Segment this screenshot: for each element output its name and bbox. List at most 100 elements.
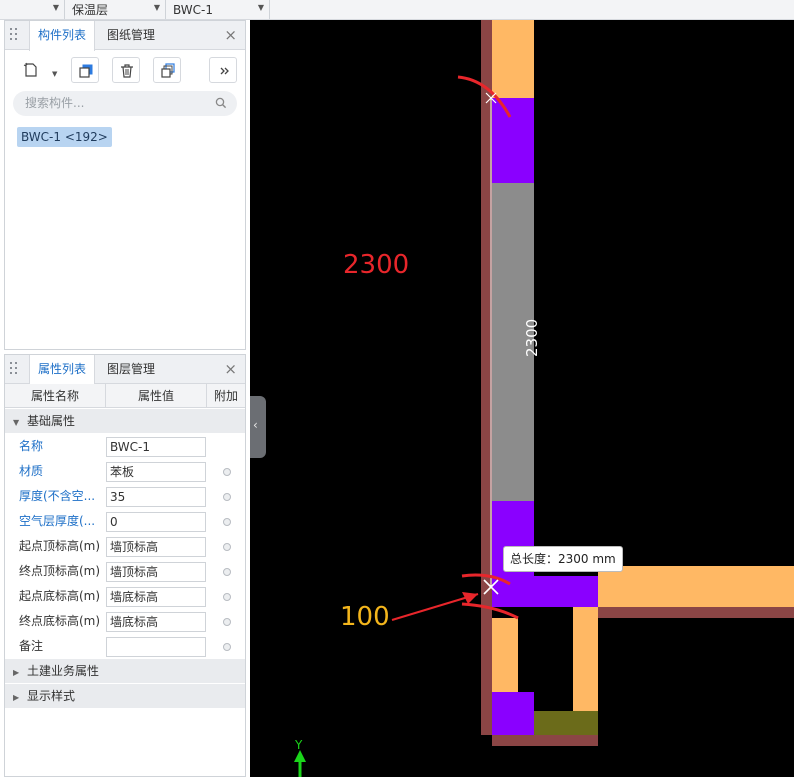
tab-property-list[interactable]: 属性列表 (29, 355, 96, 385)
insulation-segment[interactable] (492, 618, 518, 692)
col-property-value: 属性值 (106, 384, 207, 408)
property-value-input[interactable]: 墙底标高 (106, 587, 206, 607)
extra-checkbox[interactable] (223, 643, 231, 651)
property-value-input[interactable] (106, 637, 206, 657)
property-value-input[interactable]: 35 (106, 487, 206, 507)
component-search-input[interactable]: 搜索构件... (13, 91, 237, 116)
wall-edge-vertical (481, 20, 492, 735)
property-name: 厚度(不含空... (19, 489, 96, 503)
property-panel-tabs: 属性列表 图层管理 × (5, 355, 245, 385)
dimension-label: 2300 (523, 318, 541, 357)
extra-checkbox[interactable] (223, 618, 231, 626)
chevron-down-icon: ▼ (153, 3, 160, 12)
property-row: 起点顶标高(m) 墙顶标高 (5, 534, 245, 559)
group-basic-properties[interactable]: ▼ 基础属性 (5, 409, 245, 433)
layer-copy-button[interactable] (153, 57, 181, 83)
property-name: 名称 (19, 439, 44, 453)
chevron-down-icon[interactable]: ▼ (52, 70, 57, 78)
property-name: 起点顶标高(m) (19, 539, 101, 553)
caret-down-icon: ▼ (13, 418, 20, 427)
layer-select[interactable]: 保温层 ▼ (66, 0, 166, 19)
extra-checkbox[interactable] (223, 568, 231, 576)
property-value-input[interactable]: 墙顶标高 (106, 537, 206, 557)
drawing-canvas[interactable] (250, 20, 794, 777)
group-label: 基础属性 (27, 414, 76, 428)
property-value-input[interactable]: 苯板 (106, 462, 206, 482)
component-list-panel: 构件列表 图纸管理 × ▼ 搜索构件... BWC-1 <192> (4, 20, 246, 350)
tab-layer-management[interactable]: 图层管理 (99, 355, 163, 384)
property-row: 材质 苯板 (5, 459, 245, 484)
component-select-value: BWC-1 (173, 2, 214, 17)
group-label: 土建业务属性 (27, 664, 100, 678)
caret-right-icon: ▶ (13, 693, 20, 702)
group-civil-properties[interactable]: ▶ 土建业务属性 (5, 659, 245, 683)
property-table-header: 属性名称 属性值 附加 (5, 384, 245, 408)
annotation-length-text: 2300 (343, 250, 410, 280)
insulation-segment[interactable] (492, 20, 534, 98)
trash-icon (121, 64, 133, 78)
component-select[interactable]: BWC-1 ▼ (167, 0, 270, 19)
property-row: 名称 BWC-1 (5, 434, 245, 459)
extra-checkbox[interactable] (223, 543, 231, 551)
chevron-down-icon: ▼ (52, 3, 59, 12)
insulation-segment[interactable] (598, 566, 794, 607)
panel-collapse-button[interactable]: ‹ (250, 396, 266, 458)
olive-segment[interactable] (534, 711, 598, 735)
property-row: 空气层厚度(... 0 (5, 509, 245, 534)
component-panel-tabs: 构件列表 图纸管理 × (5, 21, 245, 51)
property-value-input[interactable]: BWC-1 (106, 437, 206, 457)
selected-segment[interactable] (492, 692, 534, 735)
layer-select-value: 保温层 (72, 3, 109, 17)
delete-component-button[interactable] (112, 57, 140, 83)
property-row: 终点顶标高(m) 墙顶标高 (5, 559, 245, 584)
extra-checkbox[interactable] (223, 468, 231, 476)
top-toolbar: ▼ 保温层 ▼ BWC-1 ▼ (0, 0, 794, 20)
property-value-input[interactable]: 墙底标高 (106, 612, 206, 632)
close-icon[interactable]: × (224, 360, 237, 378)
drag-handle-icon[interactable] (10, 362, 18, 376)
property-row: 备注 (5, 634, 245, 659)
property-row: 厚度(不含空... 35 (5, 484, 245, 509)
tab-drawing-management[interactable]: 图纸管理 (99, 21, 163, 50)
close-icon[interactable]: × (224, 26, 237, 44)
layer-copy-icon (161, 63, 175, 78)
property-row: 起点底标高(m) 墙底标高 (5, 584, 245, 609)
insulation-segment[interactable] (573, 607, 598, 711)
property-name: 备注 (19, 639, 44, 653)
extra-checkbox[interactable] (223, 493, 231, 501)
property-name: 终点底标高(m) (19, 614, 101, 628)
search-placeholder: 搜索构件... (25, 96, 85, 110)
extra-checkbox[interactable] (223, 518, 231, 526)
extra-checkbox[interactable] (223, 593, 231, 601)
length-tooltip: 总长度：2300 mm (503, 546, 623, 572)
selected-segment[interactable] (492, 576, 598, 607)
property-row: 终点底标高(m) 墙底标高 (5, 609, 245, 634)
property-name: 起点底标高(m) (19, 589, 101, 603)
cad-drawing (294, 20, 794, 777)
property-value-input[interactable]: 0 (106, 512, 206, 532)
new-file-icon (23, 62, 37, 77)
property-name: 终点顶标高(m) (19, 564, 101, 578)
caret-right-icon: ▶ (13, 668, 20, 677)
wall-edge-bottom (492, 735, 598, 746)
copy-icon (79, 64, 93, 78)
chevron-down-icon: ▼ (257, 3, 264, 12)
selected-segment[interactable] (492, 98, 534, 183)
tab-component-list[interactable]: 构件列表 (29, 21, 96, 51)
floor-select[interactable]: ▼ (0, 0, 65, 19)
more-tools-button[interactable] (209, 57, 237, 83)
col-property-name: 属性名称 (5, 384, 106, 408)
property-value-input[interactable]: 墙顶标高 (106, 562, 206, 582)
group-display-style[interactable]: ▶ 显示样式 (5, 684, 245, 708)
property-name: 空气层厚度(... (19, 514, 96, 528)
chevron-left-icon: ‹ (253, 418, 258, 432)
component-list-item[interactable]: BWC-1 <192> (17, 127, 112, 147)
property-list-panel: 属性列表 图层管理 × 属性名称 属性值 附加 ▼ 基础属性 名称 BWC-1 材… (4, 354, 246, 777)
drag-handle-icon[interactable] (10, 28, 18, 42)
component-toolbar: ▼ (5, 50, 245, 90)
group-label: 显示样式 (27, 689, 76, 703)
new-component-button[interactable] (17, 57, 45, 83)
copy-component-button[interactable] (71, 57, 99, 83)
wall-edge-horizontal (598, 607, 794, 618)
property-name: 材质 (19, 464, 44, 478)
